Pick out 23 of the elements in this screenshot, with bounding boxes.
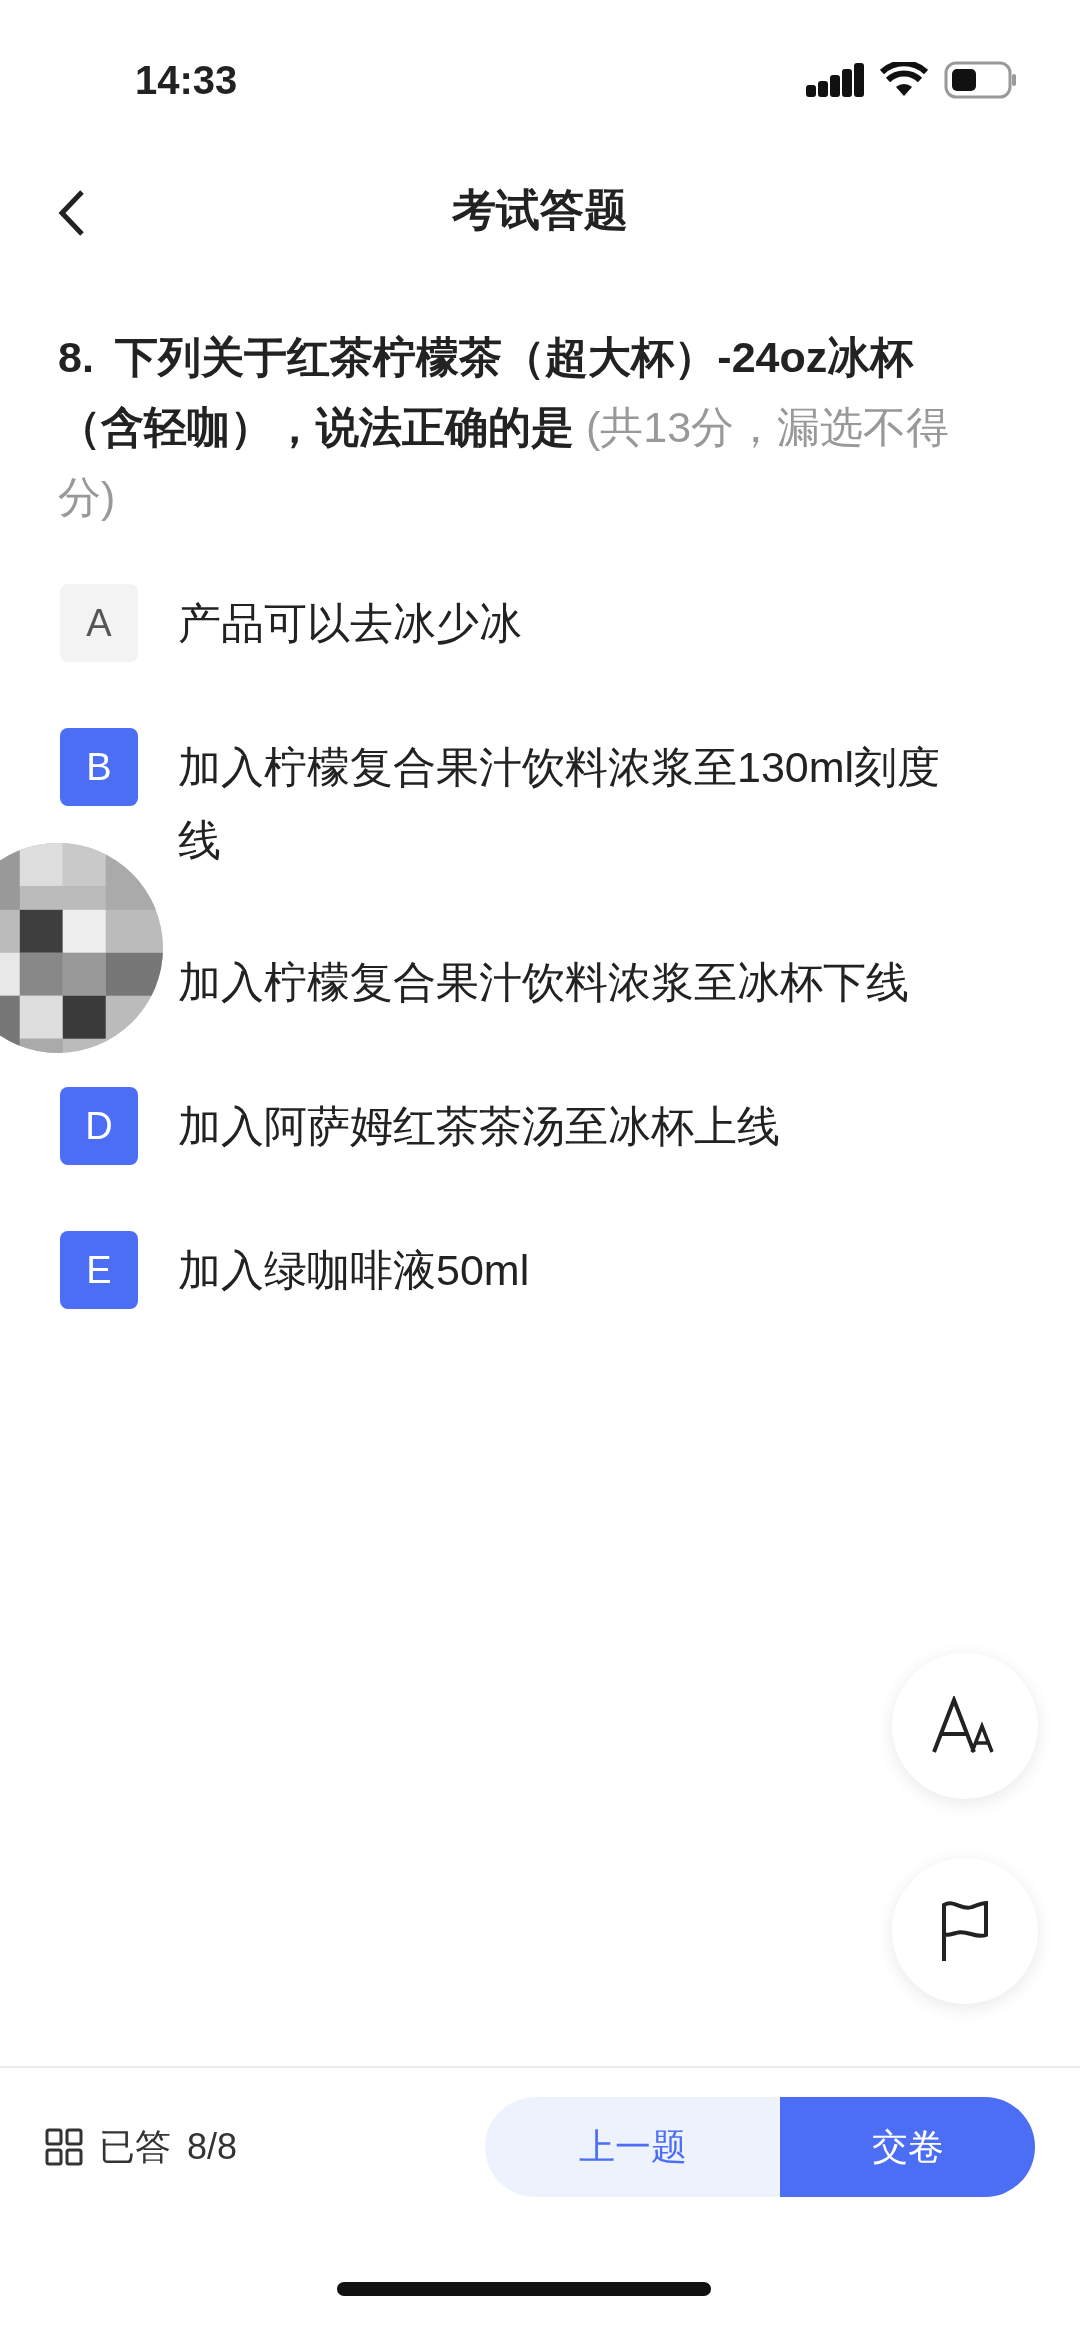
- answered-label: 已答: [99, 2125, 171, 2169]
- back-icon: [56, 188, 86, 238]
- option-text[interactable]: 加入阿萨姆红茶茶汤至冰杯上线: [178, 1090, 780, 1163]
- option-text[interactable]: 加入绿咖啡液50ml: [178, 1234, 530, 1307]
- wifi-icon: [880, 62, 928, 98]
- status-time: 14:33: [135, 57, 238, 104]
- option-text[interactable]: 加入柠檬复合果汁饮料浓浆至130ml刻度线: [178, 731, 975, 877]
- signal-icon: [806, 61, 864, 99]
- option-text[interactable]: 产品可以去冰少冰: [178, 587, 522, 660]
- submit-button[interactable]: 交卷: [780, 2097, 1035, 2197]
- option-letter[interactable]: A: [60, 584, 138, 662]
- option-letter[interactable]: B: [60, 728, 138, 806]
- page-title: 考试答题: [452, 183, 628, 236]
- previous-button[interactable]: 上一题: [485, 2097, 780, 2197]
- question-text: 8. 下列关于红茶柠檬茶（超大杯）-24oz冰杯（含轻咖），说法正确的是 (共13分，漏选不得分): [57, 332, 951, 523]
- battery-icon: [944, 61, 1018, 99]
- grid-icon: [45, 2128, 83, 2166]
- answered-count: 8/8: [187, 2125, 238, 2169]
- flag-icon: [940, 1899, 990, 1963]
- option-letter[interactable]: E: [60, 1231, 138, 1309]
- back-button[interactable]: [56, 188, 86, 238]
- option-text[interactable]: 加入柠檬复合果汁饮料浓浆至冰杯下线: [178, 946, 909, 1019]
- option-letter[interactable]: D: [60, 1087, 138, 1165]
